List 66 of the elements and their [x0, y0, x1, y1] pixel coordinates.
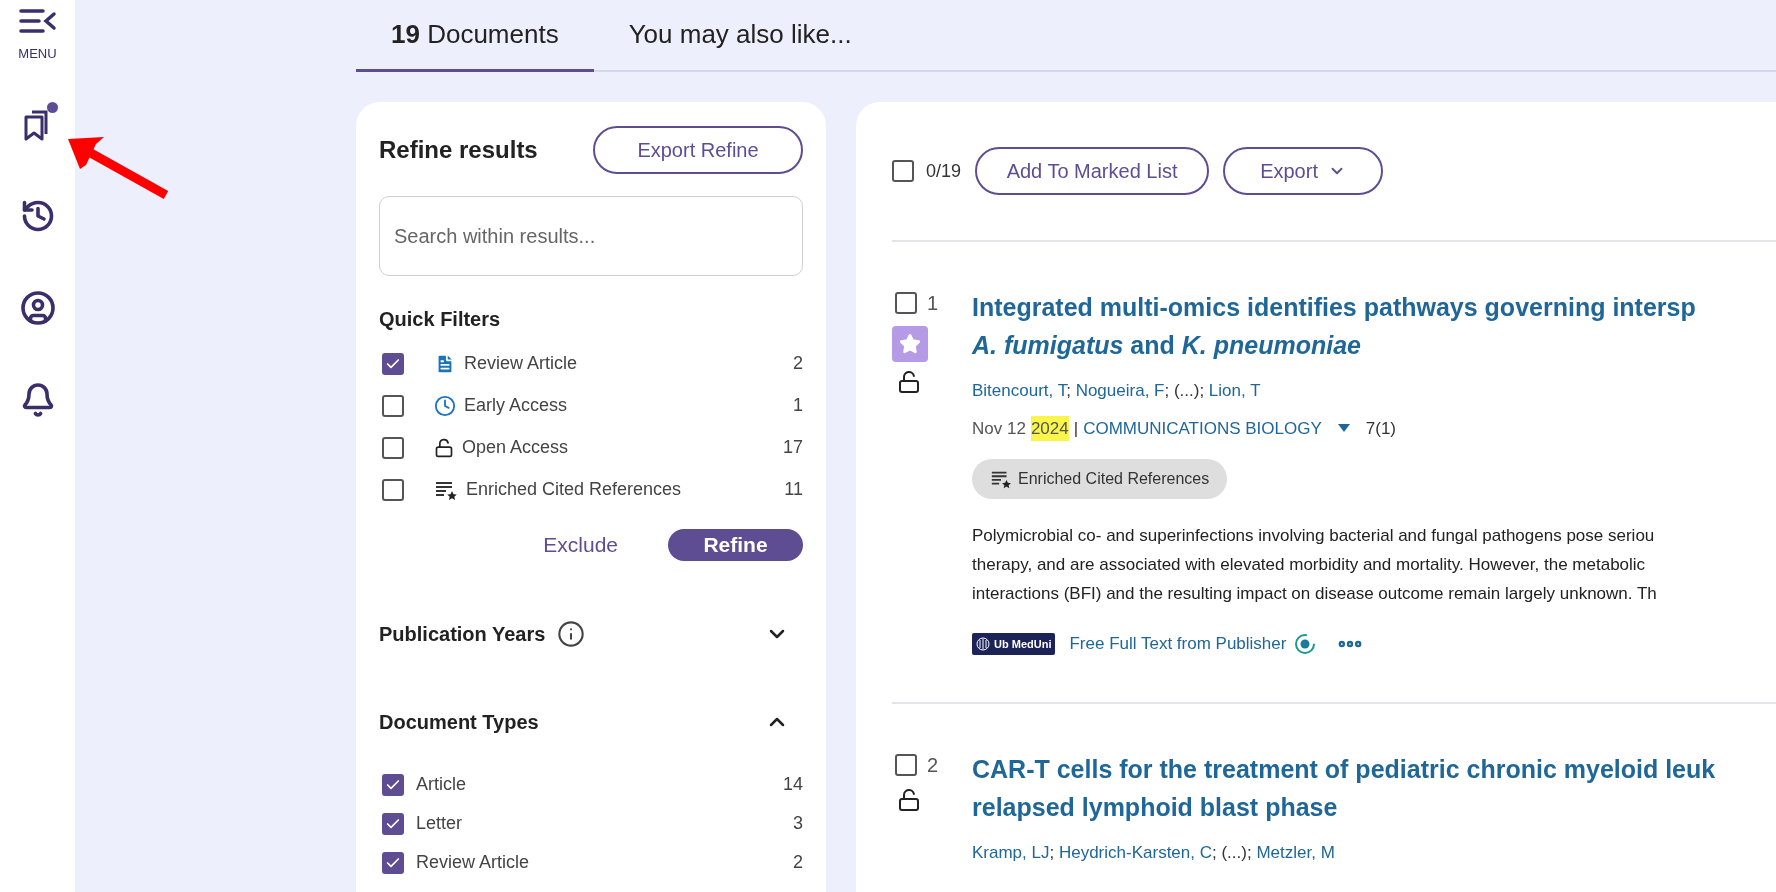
- enriched-references-badge: Enriched Cited References: [972, 459, 1228, 499]
- tab[interactable]: 19 Documents: [356, 0, 594, 72]
- checkbox[interactable]: [382, 851, 404, 874]
- panel-title: Refine results: [379, 135, 538, 165]
- authors-line: Kramp, LJ; Heydrich-Karsten, C; (...); Metzler, M: [972, 842, 1336, 864]
- publication-date: Nov 12: [972, 417, 1026, 440]
- record-number: 2: [927, 753, 939, 778]
- filter-label: Early Access: [464, 394, 569, 417]
- caret-icon[interactable]: [1336, 423, 1351, 434]
- abstract-text: Polymicrobial co- and superinfections involving bacterial and fungal pathogens pose seriou therapy, and are associated with elevated morbidity and mortality. However, the metabolic interactions (BFI) and the resulting impact on disease outcome remain largely unknown. Th: [972, 525, 1658, 605]
- filter-count: 2: [793, 851, 803, 874]
- refine-button[interactable]: Refine: [668, 529, 803, 561]
- filter-count: 17: [782, 436, 803, 459]
- clock-icon: [434, 394, 456, 417]
- checkbox[interactable]: [895, 292, 917, 314]
- tab[interactable]: You may also like...: [593, 0, 887, 72]
- export-button[interactable]: Export: [1223, 147, 1384, 195]
- checkbox[interactable]: [382, 436, 404, 459]
- volume-issue: 7(1): [1365, 417, 1396, 440]
- filter-label: Review Article: [416, 851, 531, 874]
- filter-label: Open Access: [462, 436, 570, 459]
- checkbox[interactable]: [382, 812, 404, 835]
- add-to-marked-list-button[interactable]: Add To Marked List: [975, 147, 1210, 195]
- record-title[interactable]: CAR-T cells for the treatment of pediatric chronic myeloid leuk relapsed lymphoid blast phase: [972, 750, 1716, 826]
- lock-icon: [434, 437, 454, 458]
- menu-button[interactable]: MENU: [18, 8, 57, 64]
- filter-count: 14: [782, 773, 803, 796]
- checkbox[interactable]: [382, 478, 404, 501]
- publisher-logo: Ub MedUni: [972, 633, 1056, 655]
- highlighted-year: 2024: [1030, 415, 1069, 441]
- star-badge[interactable]: [892, 326, 928, 362]
- filter-count: 2: [793, 352, 803, 375]
- checkbox[interactable]: [382, 773, 404, 796]
- checkbox[interactable]: [382, 394, 404, 417]
- separator: |: [1073, 417, 1079, 440]
- radio-icon: [1294, 633, 1317, 655]
- filter-count: 3: [793, 812, 803, 835]
- author-link[interactable]: Kramp, LJ: [972, 843, 1050, 862]
- author-link[interactable]: Lion, T: [1208, 381, 1261, 400]
- exclude-button[interactable]: Exclude: [543, 529, 618, 561]
- filter-count: 11: [784, 478, 803, 501]
- full-text-link[interactable]: Free Full Text from Publisher: [1069, 631, 1287, 657]
- filter-label: Letter: [416, 812, 464, 835]
- menu-icon: [18, 8, 57, 34]
- search-field[interactable]: Search within results...: [379, 196, 803, 276]
- user-icon: [19, 289, 56, 326]
- record-number: 1: [927, 291, 939, 316]
- section-header[interactable]: Publication Years: [379, 619, 803, 649]
- checkbox[interactable]: [382, 352, 404, 375]
- export-refine-button[interactable]: Export Refine: [593, 126, 803, 174]
- section-title: Quick Filters: [379, 307, 502, 332]
- checkbox[interactable]: [895, 754, 917, 776]
- author-link[interactable]: Nogueira, F: [1075, 381, 1165, 400]
- select-all-checkbox[interactable]: [892, 160, 914, 182]
- author-link[interactable]: Heydrich-Karsten, C: [1058, 843, 1212, 862]
- filter-count: 1: [793, 394, 803, 417]
- selection-count: 0/19: [926, 159, 962, 183]
- section-header[interactable]: Document Types: [379, 707, 803, 737]
- journal-link[interactable]: COMMUNICATIONS BIOLOGY: [1083, 415, 1322, 441]
- filter-label: Enriched Cited References: [466, 478, 683, 501]
- authors-line: Bitencourt, T; Nogueira, F; (...); Lion, T: [972, 380, 1262, 402]
- author-link[interactable]: Bitencourt, T: [972, 381, 1067, 400]
- filter-label: Article: [416, 773, 467, 796]
- record-title[interactable]: Integrated multi-omics identifies pathways governing intersp A. fumigatus and K. pneumoniae: [972, 288, 1696, 364]
- author-link[interactable]: Metzler, M: [1256, 843, 1335, 862]
- filter-label: Review Article: [464, 352, 579, 375]
